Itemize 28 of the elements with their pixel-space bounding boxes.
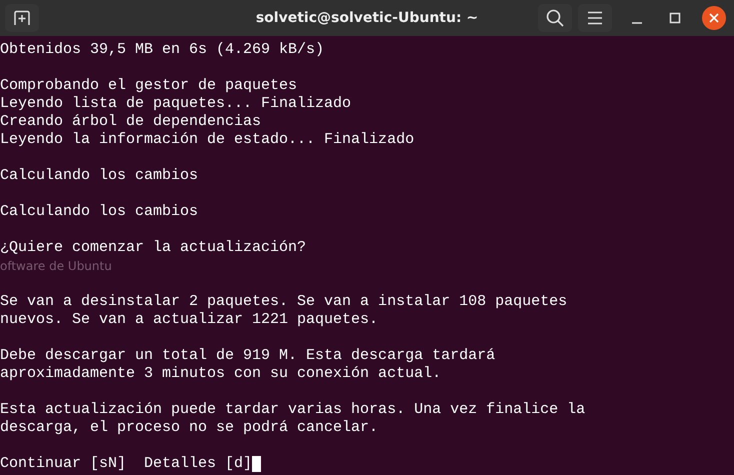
window-title: solvetic@solvetic-Ubuntu: ~ [256,10,478,26]
terminal-line: descarga, el proceso no se podrá cancelar. [0,419,378,437]
close-icon [708,12,720,24]
terminal-line: Leyendo lista de paquetes... Finalizado [0,95,352,113]
terminal-line: ¿Quiere comenzar la actualización? [0,239,306,257]
terminal-prompt: Continuar [sN] Detalles [d] [0,455,252,473]
terminal-line: Esta actualización puede tardar varias horas. Una vez finalice la [0,401,586,419]
terminal-line: Leyendo la información de estado... Finalizado [0,131,414,149]
terminal-line: Se van a desinstalar 2 paquetes. Se van a instalar 108 paquetes [0,293,568,311]
maximize-icon [669,12,681,24]
terminal-line: Calculando los cambios [0,167,198,185]
cursor-icon [252,456,262,472]
terminal-line: Obtenidos 39,5 MB en 6s (4.269 kB/s) [0,41,324,59]
terminal-line: Comprobando el gestor de paquetes [0,77,298,95]
new-tab-icon [13,10,31,26]
search-icon [546,9,564,27]
search-button[interactable] [538,4,572,32]
terminal-line: Creando árbol de dependencias [0,113,262,131]
menu-icon [587,11,603,25]
new-tab-button[interactable] [5,4,39,32]
minimize-icon [632,22,642,24]
ghost-text: oftware de Ubuntu [0,258,112,275]
terminal-line: Debe descargar un total de 919 M. Esta descarga tardará [0,347,496,365]
terminal-line: nuevos. Se van a actualizar 1221 paquetes. [0,311,378,329]
terminal-line: aproximadamente 3 minutos con su conexión actual. [0,365,442,383]
menu-button[interactable] [578,4,612,32]
terminal-line: Calculando los cambios [0,203,198,221]
close-button[interactable] [702,6,726,30]
